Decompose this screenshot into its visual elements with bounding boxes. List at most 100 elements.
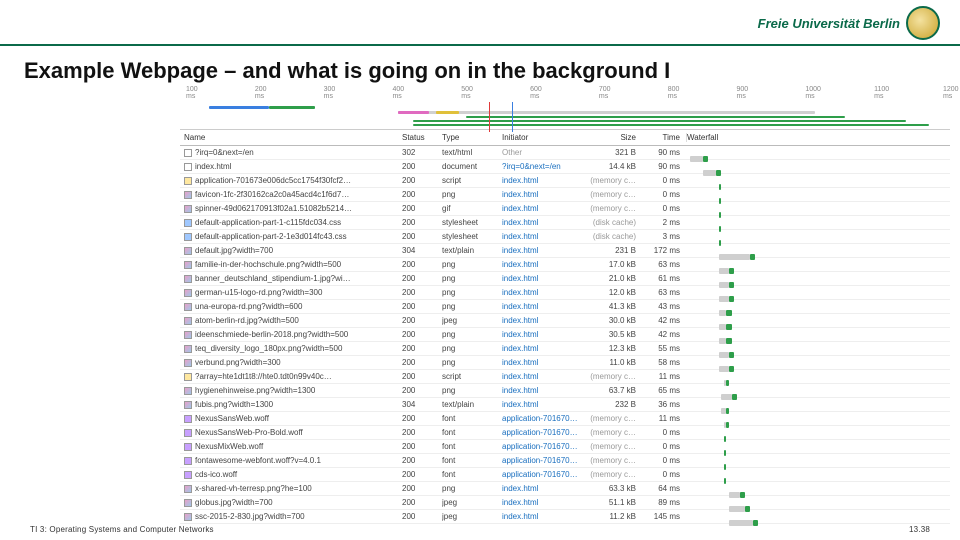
table-row[interactable]: una-europa-rd.png?width=600200pngindex.h… <box>180 300 950 314</box>
table-row[interactable]: default-application-part-1-c115fdc034.cs… <box>180 216 950 230</box>
initiator-cell[interactable]: index.html <box>502 274 582 283</box>
table-row[interactable]: application-701673e006dc5cc1754f30fcf2…2… <box>180 174 950 188</box>
initiator-cell[interactable]: index.html <box>502 302 582 311</box>
initiator-cell[interactable]: index.html <box>502 372 582 381</box>
initiator-cell[interactable]: index.html <box>502 218 582 227</box>
initiator-cell[interactable]: index.html <box>502 358 582 367</box>
type-cell: font <box>442 470 502 479</box>
initiator-cell[interactable]: index.html <box>502 512 582 521</box>
table-row[interactable]: ?array=hte1dt1t8://hte0.tdt0n99v40c…200s… <box>180 370 950 384</box>
initiator-cell[interactable]: index.html <box>502 232 582 241</box>
type-cell: script <box>442 176 502 185</box>
file-icon <box>184 499 192 507</box>
initiator-cell[interactable]: index.html <box>502 260 582 269</box>
type-cell: text/html <box>442 148 502 157</box>
table-header[interactable]: Name Status Type Initiator Size Time Wat… <box>180 130 950 146</box>
initiator-cell[interactable]: application-701670… <box>502 470 582 479</box>
initiator-cell[interactable]: application-701670… <box>502 456 582 465</box>
col-size[interactable]: Size <box>582 133 642 142</box>
timeline-overview[interactable]: 100 ms200 ms300 ms400 ms500 ms600 ms700 … <box>180 86 950 130</box>
initiator-cell[interactable]: index.html <box>502 288 582 297</box>
table-row[interactable]: NexusMixWeb.woff200fontapplication-70167… <box>180 440 950 454</box>
initiator-cell[interactable]: application-701670… <box>502 428 582 437</box>
status-cell: 200 <box>402 218 442 227</box>
table-row[interactable]: ?irq=0&next=/en302text/htmlOther321 B90 … <box>180 146 950 160</box>
col-time[interactable]: Time <box>642 133 686 142</box>
initiator-cell[interactable]: index.html <box>502 176 582 185</box>
size-cell: (memory c… <box>582 414 642 423</box>
request-name: favicon-1fc-2f30162ca2c0a45acd4c1f6d7… <box>195 190 349 199</box>
type-cell: jpeg <box>442 498 502 507</box>
status-cell: 302 <box>402 148 442 157</box>
type-cell: png <box>442 302 502 311</box>
initiator-cell[interactable]: index.html <box>502 204 582 213</box>
request-name: familie-in-der-hochschule.png?width=500 <box>195 260 341 269</box>
initiator-cell[interactable]: index.html <box>502 400 582 409</box>
table-row[interactable]: familie-in-der-hochschule.png?width=5002… <box>180 258 950 272</box>
file-icon <box>184 303 192 311</box>
time-cell: 145 ms <box>642 512 686 521</box>
initiator-cell[interactable]: application-701670… <box>502 414 582 423</box>
file-icon <box>184 373 192 381</box>
slide-title: Example Webpage – and what is going on i… <box>24 58 670 84</box>
type-cell: text/plain <box>442 400 502 409</box>
file-icon <box>184 471 192 479</box>
status-cell: 200 <box>402 176 442 185</box>
header-rule <box>0 44 960 46</box>
table-row[interactable]: ssc-2015-2-830.jpg?width=700200jpegindex… <box>180 510 950 524</box>
table-row[interactable]: verbund.png?width=300200pngindex.html11.… <box>180 356 950 370</box>
timeline-tick: 1100 ms <box>874 86 875 100</box>
table-row[interactable]: x-shared-vh-terresp.png?he=100200pnginde… <box>180 482 950 496</box>
table-row[interactable]: NexusSansWeb-Pro-Bold.woff200fontapplica… <box>180 426 950 440</box>
initiator-cell[interactable]: index.html <box>502 386 582 395</box>
table-row[interactable]: favicon-1fc-2f30162ca2c0a45acd4c1f6d7…20… <box>180 188 950 202</box>
col-initiator[interactable]: Initiator <box>502 133 582 142</box>
table-row[interactable]: german-u15-logo-rd.png?width=300200pngin… <box>180 286 950 300</box>
table-row[interactable]: fubis.png?width=1300304text/plainindex.h… <box>180 398 950 412</box>
type-cell: png <box>442 330 502 339</box>
time-cell: 0 ms <box>642 470 686 479</box>
table-row[interactable]: index.html200document?irq=0&next=/en14.4… <box>180 160 950 174</box>
table-row[interactable]: ideenschmiede-berlin-2018.png?width=5002… <box>180 328 950 342</box>
table-row[interactable]: banner_deutschland_stipendium-1.jpg?wi…2… <box>180 272 950 286</box>
table-row[interactable]: cds-ico.woff200fontapplication-701670…(m… <box>180 468 950 482</box>
initiator-cell[interactable]: ?irq=0&next=/en <box>502 162 582 171</box>
file-icon <box>184 163 192 171</box>
file-icon <box>184 401 192 409</box>
initiator-cell[interactable]: index.html <box>502 330 582 339</box>
col-waterfall[interactable]: Waterfall <box>686 133 950 142</box>
size-cell: (memory c… <box>582 456 642 465</box>
request-name: ssc-2015-2-830.jpg?width=700 <box>195 512 305 521</box>
table-row[interactable]: teq_diversity_logo_180px.png?width=50020… <box>180 342 950 356</box>
size-cell: 321 B <box>582 148 642 157</box>
initiator-cell[interactable]: index.html <box>502 344 582 353</box>
table-row[interactable]: hygienehinweise.png?width=1300200pnginde… <box>180 384 950 398</box>
initiator-cell[interactable]: index.html <box>502 498 582 507</box>
table-body: ?irq=0&next=/en302text/htmlOther321 B90 … <box>180 146 950 524</box>
table-row[interactable]: default-application-part-2-1e3d014fc43.c… <box>180 230 950 244</box>
status-cell: 200 <box>402 456 442 465</box>
request-name: atom-berlin-rd.jpg?width=500 <box>195 316 299 325</box>
uni-logo: Freie Universität Berlin <box>758 6 940 40</box>
col-type[interactable]: Type <box>442 133 502 142</box>
table-row[interactable]: spinner-49d062170913f02a1.51082b5214…200… <box>180 202 950 216</box>
table-row[interactable]: fontawesome-webfont.woff?v=4.0.1200fonta… <box>180 454 950 468</box>
initiator-cell[interactable]: index.html <box>502 246 582 255</box>
initiator-cell[interactable]: index.html <box>502 190 582 199</box>
table-row[interactable]: default.jpg?width=700304text/plainindex.… <box>180 244 950 258</box>
col-status[interactable]: Status <box>402 133 442 142</box>
initiator-cell[interactable]: application-701670… <box>502 442 582 451</box>
type-cell: stylesheet <box>442 218 502 227</box>
initiator-cell[interactable]: index.html <box>502 484 582 493</box>
type-cell: text/plain <box>442 246 502 255</box>
status-cell: 200 <box>402 414 442 423</box>
table-row[interactable]: atom-berlin-rd.jpg?width=500200jpegindex… <box>180 314 950 328</box>
table-row[interactable]: globus.jpg?width=700200jpegindex.html51.… <box>180 496 950 510</box>
logo-text: Freie Universität Berlin <box>758 16 900 31</box>
initiator-cell[interactable]: index.html <box>502 316 582 325</box>
type-cell: font <box>442 456 502 465</box>
table-row[interactable]: NexusSansWeb.woff200fontapplication-7016… <box>180 412 950 426</box>
col-name[interactable]: Name <box>180 133 402 142</box>
status-cell: 304 <box>402 400 442 409</box>
status-cell: 200 <box>402 484 442 493</box>
